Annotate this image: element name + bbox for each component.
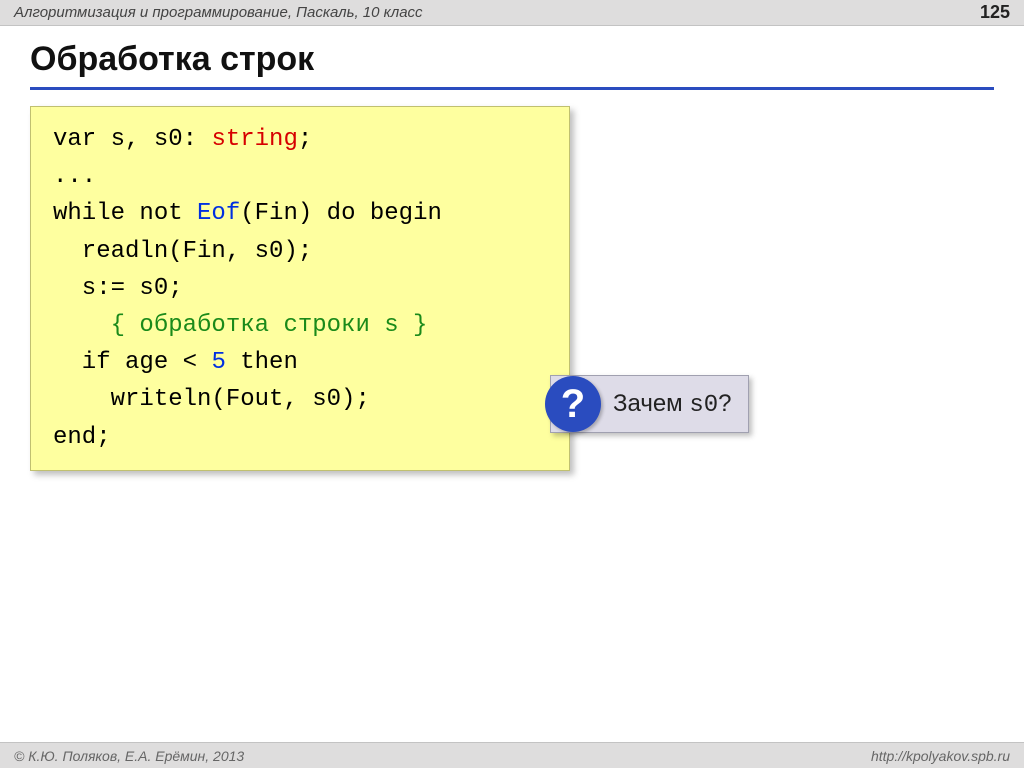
question-callout: ? Зачем s0? — [550, 375, 749, 433]
code-l7c: then — [226, 349, 298, 376]
code-keyword-string: string — [211, 126, 297, 153]
question-icon: ? — [545, 376, 601, 432]
code-l8: writeln(Fout, s0); — [53, 386, 370, 413]
content-area: Обработка строк var s, s0: string; ... w… — [0, 26, 1024, 471]
header-bar: Алгоритмизация и программирование, Паска… — [0, 0, 1024, 26]
page-number: 125 — [980, 2, 1010, 23]
page-title: Обработка строк — [30, 36, 994, 90]
code-l3a: while not — [53, 200, 197, 227]
footer-copyright: © К.Ю. Поляков, Е.А. Ерёмин, 2013 — [14, 748, 871, 764]
subject-title: Алгоритмизация и программирование, Паска… — [14, 4, 980, 21]
code-literal-5: 5 — [211, 349, 225, 376]
callout-text: Зачем s0? — [613, 390, 732, 419]
code-l2: ... — [53, 163, 96, 190]
code-l5: s:= s0; — [53, 275, 183, 302]
code-l3c: (Fin) do begin — [240, 200, 442, 227]
footer-bar: © К.Ю. Поляков, Е.А. Ерёмин, 2013 http:/… — [0, 742, 1024, 768]
code-block: var s, s0: string; ... while not Eof(Fin… — [30, 106, 570, 471]
callout-prefix: Зачем — [613, 390, 689, 417]
callout-suffix: ? — [718, 390, 731, 417]
code-l4: readln(Fin, s0); — [53, 238, 312, 265]
code-comment: { обработка строки s } — [53, 312, 427, 339]
code-l1c: ; — [298, 126, 312, 153]
code-l1a: var s, s0: — [53, 126, 211, 153]
code-keyword-eof: Eof — [197, 200, 240, 227]
code-l7a: if age < — [53, 349, 211, 376]
callout-mono: s0 — [689, 392, 718, 419]
footer-url: http://kpolyakov.spb.ru — [871, 748, 1010, 764]
code-l9: end; — [53, 424, 111, 451]
